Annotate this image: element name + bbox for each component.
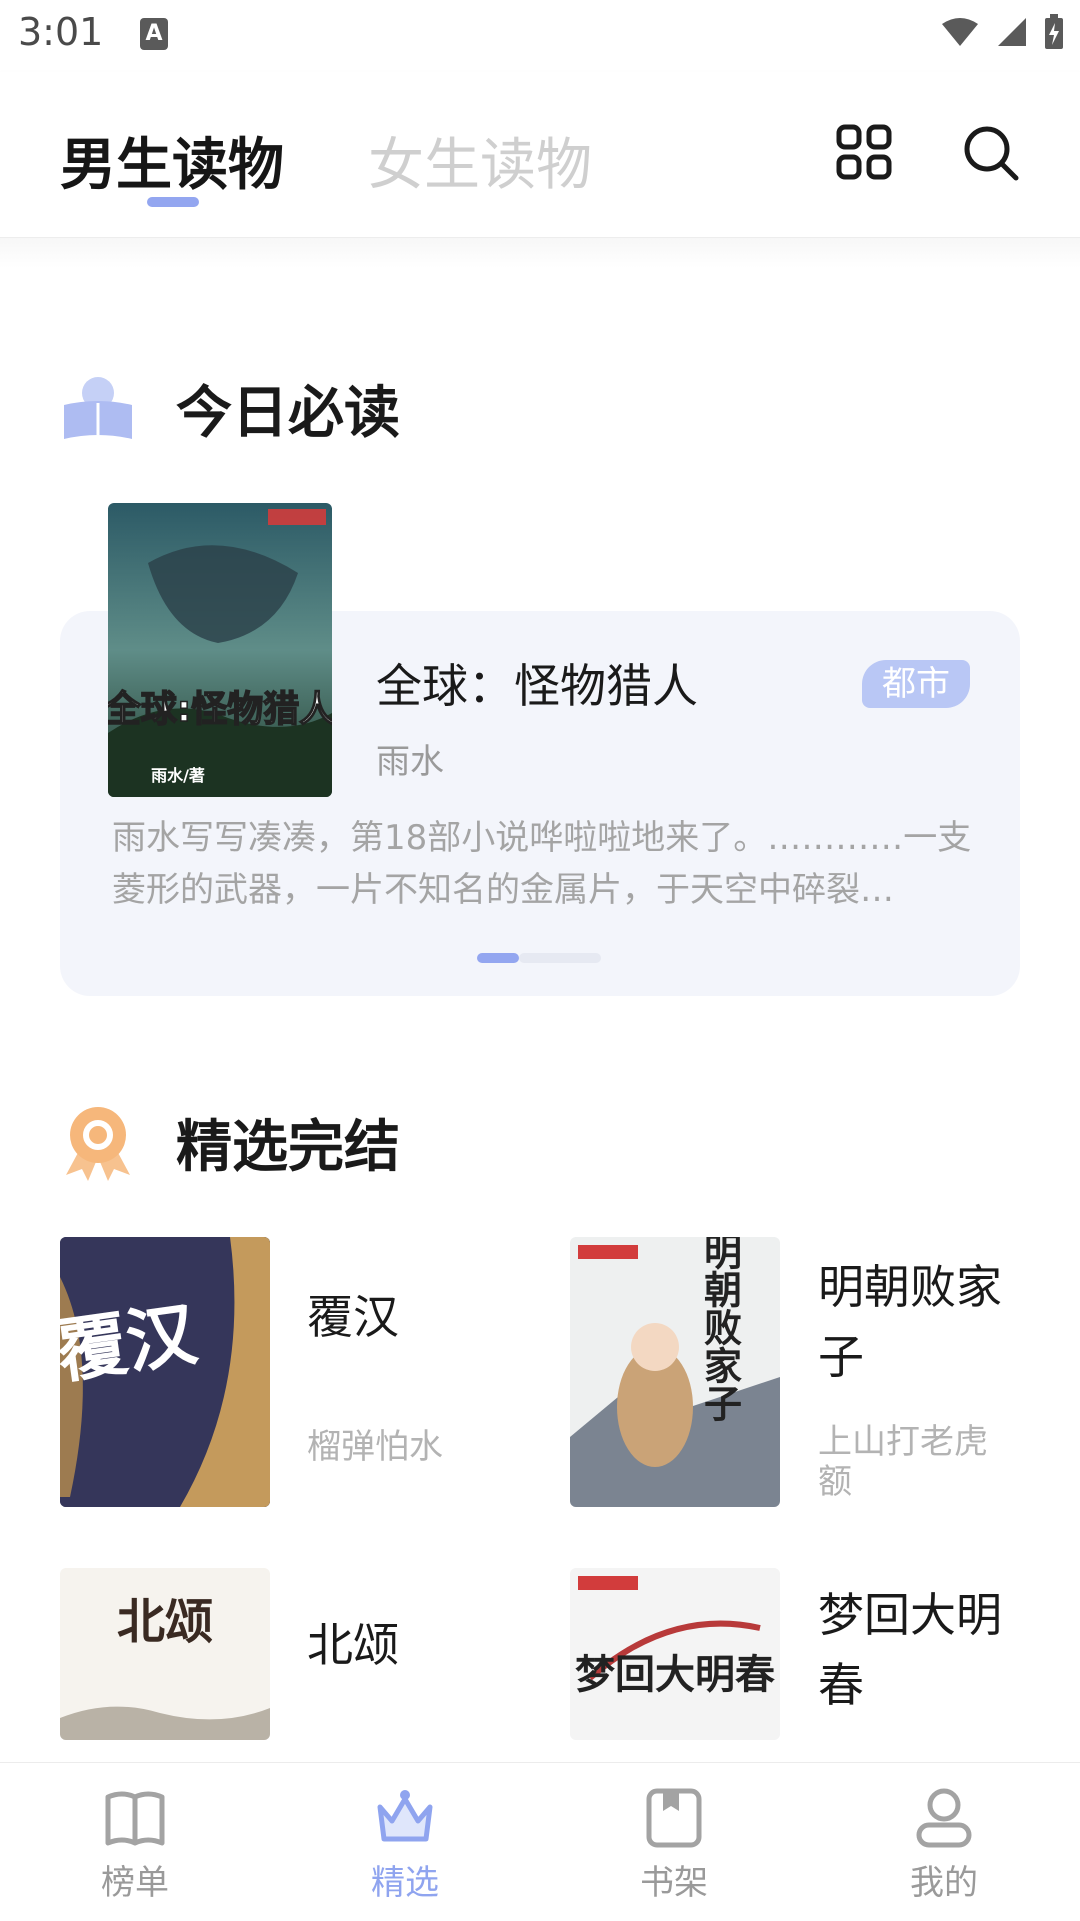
today-book-title[interactable]: 全球：怪物猎人: [376, 650, 698, 716]
carousel-indicator: [477, 953, 601, 963]
carousel-dot-inactive: [519, 953, 601, 963]
wifi-icon: [942, 18, 978, 46]
book-title-fuhan[interactable]: 覆汉: [307, 1282, 507, 1352]
reading-book-icon: [64, 376, 132, 439]
nav-label-featured: 精选: [371, 1863, 439, 1903]
today-cover-author: 雨水/著: [151, 766, 205, 785]
nav-label-bookshelf: 书架: [640, 1863, 708, 1903]
keyboard-notification-icon: A: [140, 18, 168, 50]
today-book-cover[interactable]: 全球:怪物猎人 雨水/著: [108, 503, 332, 797]
book-cover-beisong[interactable]: 北颂: [60, 1568, 270, 1740]
today-section-title: 今日必读: [176, 381, 400, 446]
mingchao-cover-text: 明朝败家子: [698, 1237, 743, 1422]
status-time: 3:01: [18, 10, 104, 54]
crown-icon: [377, 1790, 433, 1842]
nav-label-rankings: 榜单: [101, 1863, 169, 1903]
today-book-description: 雨水写写凑凑，第18部小说哗啦啦地来了。…………一支菱形的武器，一片不知名的金属…: [112, 818, 972, 910]
active-tab-indicator: [147, 197, 199, 207]
status-bar: 3:01 A: [0, 0, 1080, 72]
tab-female-reading[interactable]: 女生读物: [368, 120, 592, 201]
today-section-header: 今日必读: [60, 368, 400, 449]
nav-item-rankings[interactable]: 榜单: [65, 1785, 205, 1904]
today-cover-title: 全球:怪物猎人: [108, 688, 332, 730]
bookshelf-icon: [646, 1788, 702, 1848]
book-title-mingchao[interactable]: 明朝败家子: [818, 1252, 1018, 1392]
nav-item-profile[interactable]: 我的: [874, 1785, 1014, 1904]
open-book-icon: [105, 1791, 165, 1846]
tab-male-reading[interactable]: 男生读物: [60, 120, 284, 201]
nav-item-bookshelf[interactable]: 书架: [604, 1785, 744, 1904]
book-cover-fuhan[interactable]: 覆汉: [60, 1237, 270, 1507]
bottom-navigation: 榜单 精选 书架 我的: [0, 1762, 1080, 1921]
book-author-mingchao: 上山打老虎额: [818, 1422, 988, 1502]
nav-item-featured[interactable]: 精选: [335, 1785, 475, 1904]
status-icons: [940, 14, 1064, 50]
completed-section-header: 精选完结: [60, 1102, 400, 1183]
book-title-menghui[interactable]: 梦回大明春: [818, 1580, 1018, 1720]
carousel-dot-active: [477, 953, 519, 963]
battery-icon: [1045, 14, 1063, 49]
genre-badge: 都市: [862, 660, 970, 708]
menghui-cover-text: 梦回大明春: [575, 1651, 775, 1698]
beisong-cover-text: 北颂: [117, 1594, 213, 1650]
book-title-beisong[interactable]: 北颂: [307, 1610, 507, 1680]
book-author-fuhan: 榴弹怕水: [307, 1427, 443, 1467]
top-navigation: 男生读物 女生读物: [0, 72, 1080, 238]
signal-icon: [998, 18, 1026, 46]
category-grid-icon[interactable]: [836, 124, 892, 180]
search-icon[interactable]: [962, 124, 1020, 182]
profile-icon: [916, 1788, 972, 1848]
book-cover-menghui[interactable]: 梦回大明春: [570, 1568, 780, 1740]
book-cover-mingchao[interactable]: 明朝败家子: [570, 1237, 780, 1507]
today-book-author: 雨水: [376, 742, 444, 782]
completed-section-title: 精选完结: [176, 1115, 400, 1180]
nav-label-profile: 我的: [910, 1863, 978, 1903]
scrolled-content-edge: [0, 238, 1080, 268]
award-ribbon-icon: [66, 1106, 130, 1181]
